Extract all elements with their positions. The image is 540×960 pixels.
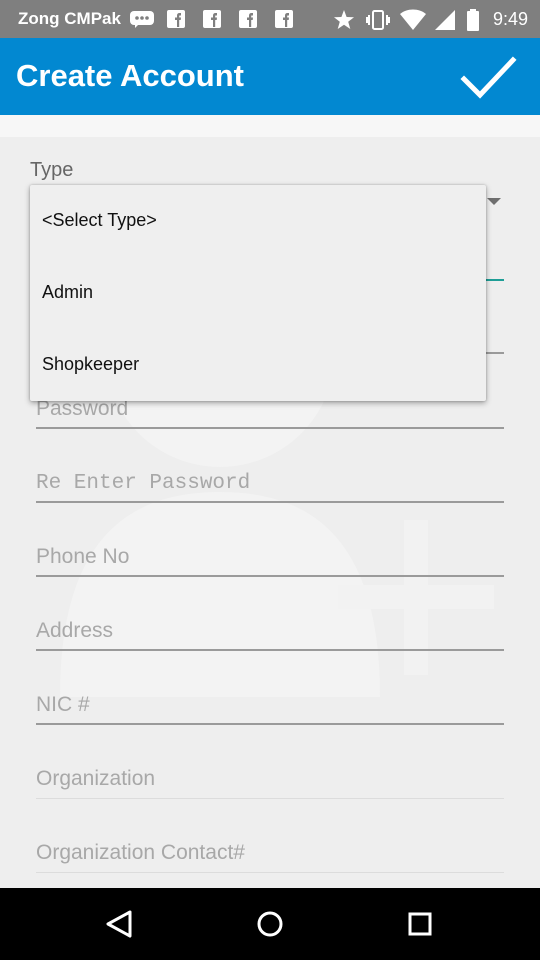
re-enter-password-field[interactable]: Re Enter Password <box>36 463 504 503</box>
type-dropdown-menu: <Select Type> Admin Shopkeeper <box>30 185 486 401</box>
field-underline <box>36 575 504 577</box>
field-underline <box>36 501 504 503</box>
back-icon[interactable] <box>100 904 140 944</box>
chevron-down-icon[interactable] <box>487 198 501 205</box>
clock: 9:49 <box>493 9 529 29</box>
phone-field[interactable]: Phone No <box>36 537 504 577</box>
address-field[interactable]: Address <box>36 611 504 651</box>
nic-field[interactable]: NIC # <box>36 685 504 725</box>
signal-icon <box>435 10 455 30</box>
facebook-icon <box>203 10 221 28</box>
re-enter-password-placeholder: Re Enter Password <box>36 472 251 495</box>
home-icon[interactable] <box>250 904 290 944</box>
address-placeholder: Address <box>36 619 114 642</box>
organization-placeholder: Organization <box>36 767 156 790</box>
wifi-icon <box>400 9 426 30</box>
nic-placeholder: NIC # <box>36 693 90 716</box>
dropdown-option-select-type[interactable]: <Select Type> <box>30 185 486 257</box>
top-strip <box>0 115 540 137</box>
field-underline <box>36 798 504 799</box>
field-underline <box>36 427 504 429</box>
facebook-icon <box>239 10 257 28</box>
navigation-bar <box>0 888 540 960</box>
dropdown-option-label: Shopkeeper <box>42 354 140 374</box>
messenger-icon <box>130 11 154 28</box>
recents-icon[interactable] <box>400 904 440 944</box>
status-bar: Zong CMPak 9:49 <box>0 0 540 38</box>
check-icon[interactable] <box>455 48 521 106</box>
email-field-underline <box>486 352 504 354</box>
dropdown-option-admin[interactable]: Admin <box>30 257 486 329</box>
star-icon <box>334 10 354 29</box>
app-bar: Create Account <box>0 38 540 115</box>
facebook-icon <box>167 10 185 28</box>
dropdown-option-label: <Select Type> <box>42 210 157 230</box>
dropdown-option-shopkeeper[interactable]: Shopkeeper <box>30 329 486 401</box>
organization-contact-placeholder: Organization Contact# <box>36 841 245 864</box>
page-title: Create Account <box>16 58 244 93</box>
battery-icon <box>467 9 479 31</box>
field-underline <box>36 723 504 725</box>
facebook-icon <box>275 10 293 28</box>
type-label: Type <box>30 159 74 181</box>
dropdown-option-label: Admin <box>42 282 94 302</box>
vibrate-icon <box>366 10 390 30</box>
name-field-focus-underline <box>486 279 504 281</box>
field-underline <box>36 872 504 873</box>
carrier-name: Zong CMPak <box>18 9 121 28</box>
organization-field[interactable]: Organization <box>36 759 504 799</box>
field-underline <box>36 649 504 651</box>
organization-contact-field[interactable]: Organization Contact# <box>36 833 504 873</box>
phone-placeholder: Phone No <box>36 545 130 568</box>
